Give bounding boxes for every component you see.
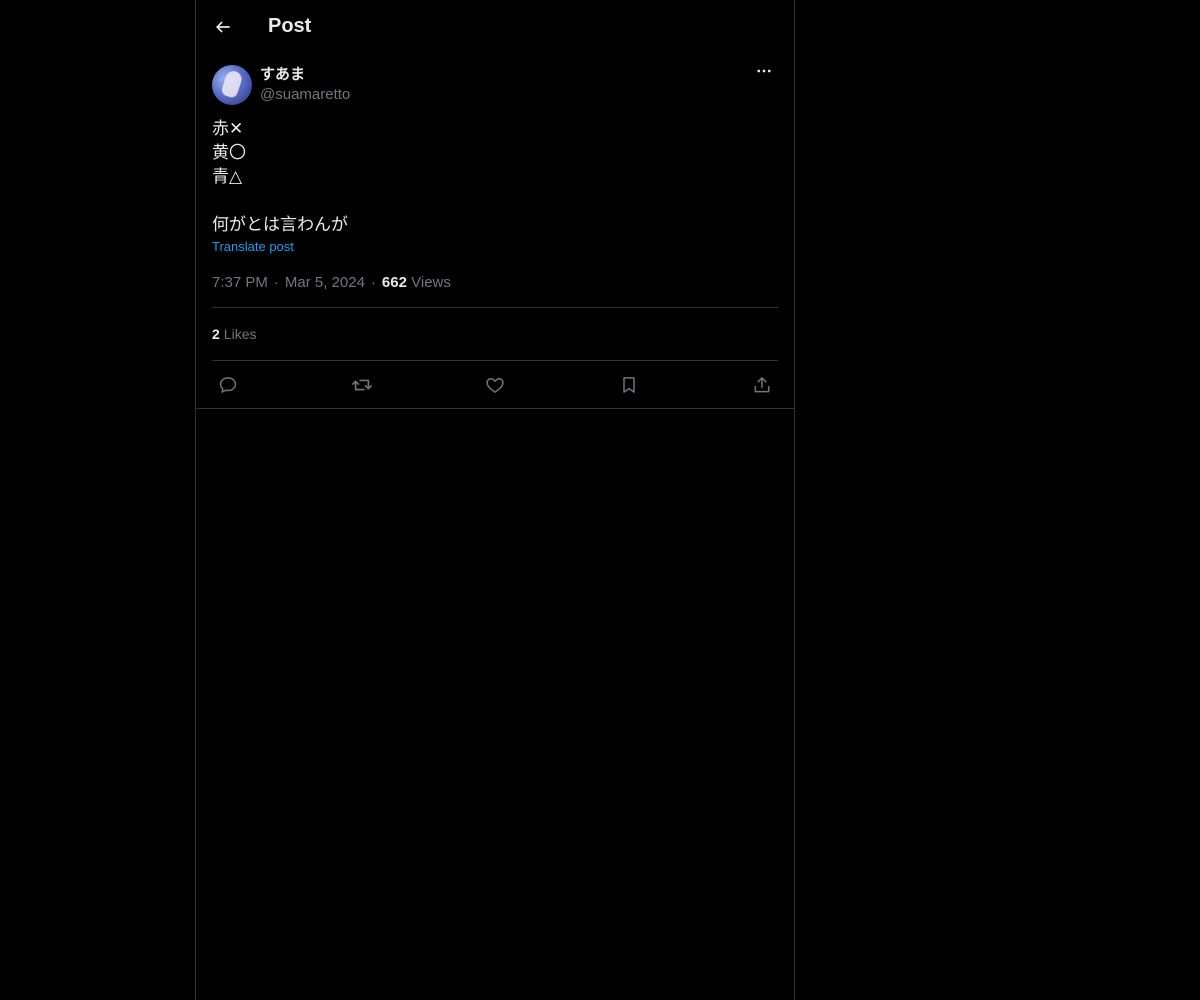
post-text: 赤✕ 黄〇 青△ 何がとは言わんが — [212, 119, 348, 234]
translate-post-link[interactable]: Translate post — [212, 239, 294, 254]
author-row: すあま @suamaretto — [212, 53, 778, 105]
author-names: すあま @suamaretto — [260, 65, 350, 105]
share-icon — [752, 375, 772, 395]
views-count: 662 — [381, 274, 407, 291]
top-bar: Post — [196, 0, 794, 53]
bookmark-button[interactable] — [617, 373, 641, 397]
reply-icon — [218, 375, 238, 395]
author-handle[interactable]: @suamaretto — [260, 85, 350, 105]
avatar[interactable] — [212, 65, 252, 105]
bookmark-icon — [619, 375, 639, 395]
reply-button[interactable] — [216, 373, 240, 397]
post-detail: すあま @suamaretto 赤✕ 黄〇 青△ 何がとは言わんが Transl… — [196, 53, 794, 409]
likes-label: Likes — [223, 326, 257, 342]
author-display-name[interactable]: すあま — [260, 65, 350, 85]
share-button[interactable] — [750, 373, 774, 397]
meta-separator: · — [273, 274, 279, 291]
meta-separator: · — [370, 274, 376, 291]
more-horizontal-icon — [755, 62, 773, 80]
likes-count: 2 — [212, 326, 220, 342]
repost-button[interactable] — [350, 373, 374, 397]
like-button[interactable] — [483, 373, 507, 397]
avatar-image — [220, 69, 244, 99]
back-button[interactable] — [206, 10, 240, 44]
views-label: Views — [411, 274, 451, 291]
page-title: Post — [268, 15, 312, 37]
likes-stat[interactable]: 2 Likes — [212, 308, 778, 361]
arrow-left-icon — [213, 17, 233, 37]
action-bar — [212, 361, 778, 408]
repost-icon — [351, 374, 373, 396]
heart-icon — [485, 375, 505, 395]
main-column: Post すあま @suamaretto 赤✕ 黄〇 青△ 何がとは言わんが T… — [195, 0, 795, 1000]
post-meta: 7:37 PM · Mar 5, 2024 · 662 Views — [212, 274, 778, 308]
post-date[interactable]: Mar 5, 2024 — [285, 274, 365, 291]
more-options-button[interactable] — [750, 57, 778, 85]
post-time[interactable]: 7:37 PM — [212, 274, 268, 291]
